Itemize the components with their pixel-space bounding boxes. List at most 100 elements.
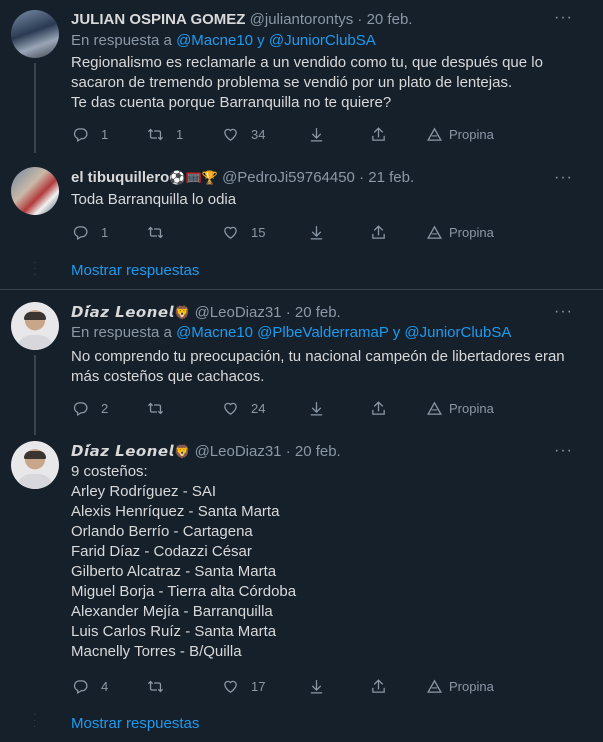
download-icon xyxy=(308,400,325,417)
author-handle[interactable]: @LeoDiaz31 xyxy=(195,304,282,321)
reply-count: 1 xyxy=(101,224,109,240)
retweet-button[interactable] xyxy=(147,676,164,696)
like-count: 15 xyxy=(251,224,266,240)
heart-icon xyxy=(222,400,239,417)
download-button[interactable] xyxy=(308,676,325,696)
action-bar: 2 24 Propina xyxy=(72,398,532,418)
avatar[interactable] xyxy=(11,302,59,350)
tip-icon xyxy=(426,126,443,143)
show-replies-link[interactable]: Mostrar respuestas xyxy=(71,715,199,732)
download-icon xyxy=(308,224,325,241)
share-icon xyxy=(370,678,387,695)
like-button[interactable]: 24 xyxy=(222,398,265,418)
retweet-button[interactable]: 1 xyxy=(147,124,183,144)
more-options-icon[interactable]: ··· xyxy=(554,443,573,459)
like-button[interactable]: 34 xyxy=(222,124,265,144)
reply-to-users[interactable]: @Macne10 y @JuniorClubSA xyxy=(176,32,376,49)
reply-prefix: En respuesta a xyxy=(71,32,172,49)
share-icon xyxy=(370,224,387,241)
author-handle[interactable]: @juliantorontys xyxy=(250,11,354,28)
tweet-2[interactable]: el tibuquillero⚽🥅🏆 @PedroJi59764450 · 21… xyxy=(0,167,603,247)
like-button[interactable]: 17 xyxy=(222,676,265,696)
tweet-date[interactable]: · 20 feb. xyxy=(286,304,341,321)
share-button[interactable] xyxy=(370,398,387,418)
author-name[interactable]: JULIAN OSPINA GOMEZ xyxy=(71,11,245,28)
author-name[interactable]: 𝘿𝙞́𝙖𝙯 𝙇𝙚𝙤𝙣𝙚𝙡 xyxy=(71,303,174,321)
tweet-text: No comprendo tu preocupación, tu naciona… xyxy=(71,348,565,385)
thread-dots: · · · xyxy=(33,257,37,280)
tip-button[interactable]: Propina xyxy=(426,124,494,144)
download-button[interactable] xyxy=(308,124,325,144)
tweet-date[interactable]: · 21 feb. xyxy=(359,169,414,186)
tweet-header: 𝘿𝙞́𝙖𝙯 𝙇𝙚𝙤𝙣𝙚𝙡🦁 @LeoDiaz31 · 20 feb. xyxy=(71,302,341,322)
reply-button[interactable]: 4 xyxy=(72,676,108,696)
tweet-4[interactable]: 𝘿𝙞́𝙖𝙯 𝙇𝙚𝙤𝙣𝙚𝙡🦁 @LeoDiaz31 · 20 feb. ··· 9… xyxy=(0,441,603,701)
show-replies-link[interactable]: Mostrar respuestas xyxy=(71,262,199,279)
reply-icon xyxy=(72,678,89,695)
like-button[interactable]: 15 xyxy=(222,222,265,242)
tip-icon xyxy=(426,224,443,241)
retweet-button[interactable] xyxy=(147,398,164,418)
tweet-date[interactable]: · 20 feb. xyxy=(357,11,412,28)
reply-icon xyxy=(72,224,89,241)
author-handle[interactable]: @LeoDiaz31 xyxy=(195,443,282,460)
tip-button[interactable]: Propina xyxy=(426,398,494,418)
tweet-header: JULIAN OSPINA GOMEZ @juliantorontys · 20… xyxy=(71,10,412,30)
retweet-icon xyxy=(147,224,164,241)
tip-button[interactable]: Propina xyxy=(426,676,494,696)
share-button[interactable] xyxy=(370,676,387,696)
reply-to-line: En respuesta a @Macne10 y @JuniorClubSA xyxy=(71,31,376,51)
download-icon xyxy=(308,678,325,695)
name-emojis: 🦁 xyxy=(174,444,191,459)
download-button[interactable] xyxy=(308,398,325,418)
tweet-text: Regionalismo es reclamarle a un vendido … xyxy=(71,54,543,111)
reply-button[interactable]: 2 xyxy=(72,398,108,418)
divider xyxy=(0,289,603,290)
reply-button[interactable]: 1 xyxy=(72,222,108,242)
heart-icon xyxy=(222,126,239,143)
tip-icon xyxy=(426,400,443,417)
reply-to-line: En respuesta a @Macne10 @PlbeValderramaP… xyxy=(71,323,511,343)
author-name[interactable]: el tibuquillero xyxy=(71,169,169,186)
thread-dots: · · · xyxy=(33,709,37,732)
retweet-count: 1 xyxy=(176,126,184,142)
retweet-icon xyxy=(147,126,164,143)
more-options-icon[interactable]: ··· xyxy=(554,304,573,320)
author-name[interactable]: 𝘿𝙞́𝙖𝙯 𝙇𝙚𝙤𝙣𝙚𝙡 xyxy=(71,442,174,460)
tip-label: Propina xyxy=(449,400,494,416)
tweet-text: Toda Barranquilla lo odia xyxy=(71,191,237,208)
avatar[interactable] xyxy=(11,10,59,58)
action-bar: 1 15 Propina xyxy=(72,222,532,242)
author-handle[interactable]: @PedroJi59764450 xyxy=(222,169,355,186)
avatar[interactable] xyxy=(11,167,59,215)
like-count: 24 xyxy=(251,400,266,416)
tip-button[interactable]: Propina xyxy=(426,222,494,242)
heart-icon xyxy=(222,678,239,695)
tweet-3[interactable]: 𝘿𝙞́𝙖𝙯 𝙇𝙚𝙤𝙣𝙚𝙡🦁 @LeoDiaz31 · 20 feb. ··· E… xyxy=(0,302,603,435)
more-options-icon[interactable]: ··· xyxy=(554,170,573,186)
tweet-date[interactable]: · 20 feb. xyxy=(286,443,341,460)
share-button[interactable] xyxy=(370,222,387,242)
retweet-button[interactable] xyxy=(147,222,164,242)
share-button[interactable] xyxy=(370,124,387,144)
more-options-icon[interactable]: ··· xyxy=(554,10,573,26)
thread-line xyxy=(34,63,36,153)
reply-icon xyxy=(72,400,89,417)
download-button[interactable] xyxy=(308,222,325,242)
action-bar: 4 17 Propina xyxy=(72,676,532,696)
like-count: 34 xyxy=(251,126,266,142)
reply-count: 4 xyxy=(101,678,109,694)
retweet-icon xyxy=(147,400,164,417)
tip-label: Propina xyxy=(449,678,494,694)
share-icon xyxy=(370,400,387,417)
reply-button[interactable]: 1 xyxy=(72,124,108,144)
reply-icon xyxy=(72,126,89,143)
avatar[interactable] xyxy=(11,441,59,489)
action-bar: 1 1 34 Propina xyxy=(72,124,532,144)
like-count: 17 xyxy=(251,678,266,694)
tweet-1[interactable]: JULIAN OSPINA GOMEZ @juliantorontys · 20… xyxy=(0,10,603,153)
reply-to-users[interactable]: @Macne10 @PlbeValderramaP y @JuniorClubS… xyxy=(176,324,511,341)
heart-icon xyxy=(222,224,239,241)
download-icon xyxy=(308,126,325,143)
tip-icon xyxy=(426,678,443,695)
